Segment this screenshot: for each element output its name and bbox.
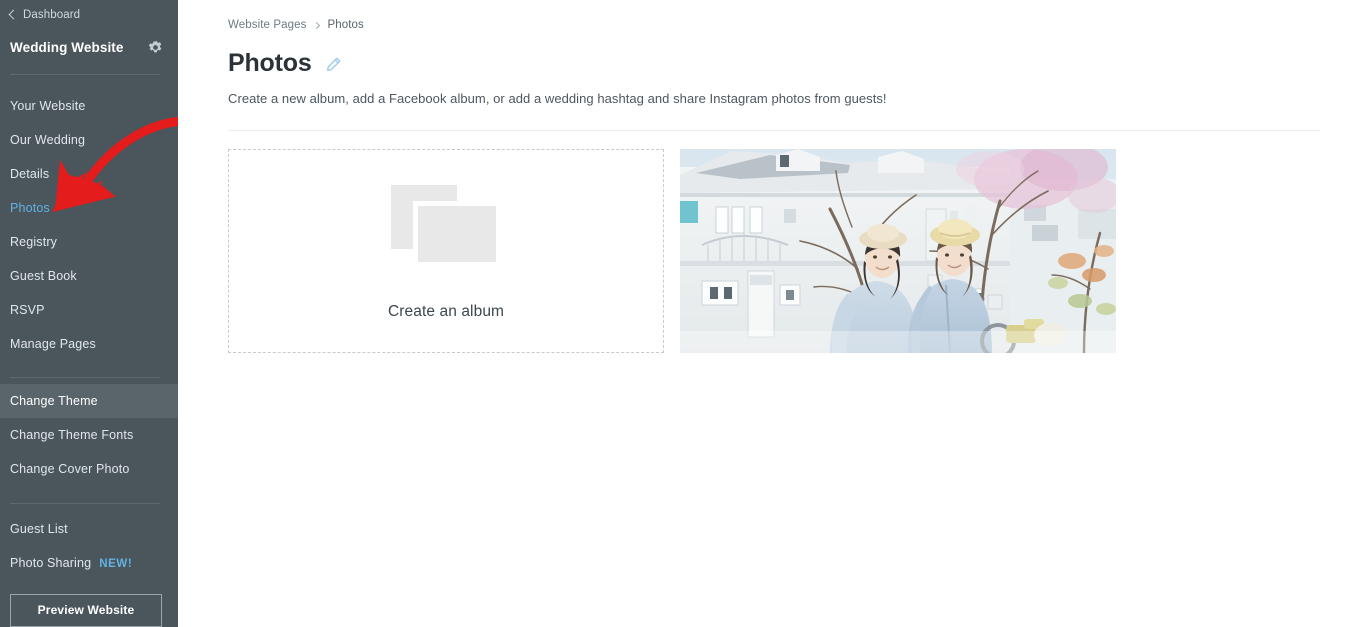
- preview-button-container: Preview Website: [0, 580, 178, 627]
- chevron-right-icon: [313, 21, 321, 29]
- content-divider: [228, 130, 1320, 131]
- photo-stack-icon: [391, 185, 501, 267]
- site-title: Wedding Website: [10, 39, 124, 55]
- back-to-dashboard-link[interactable]: Dashboard: [0, 0, 178, 22]
- breadcrumb: Website Pages Photos: [178, 16, 1348, 34]
- pencil-edit-icon[interactable]: [324, 53, 342, 74]
- sidebar-item-our-wedding[interactable]: Our Wedding: [0, 123, 178, 157]
- sidebar-divider-tools: [10, 503, 160, 504]
- create-album-card[interactable]: Create an album: [228, 149, 664, 353]
- breadcrumb-item-website-pages[interactable]: Website Pages: [228, 19, 306, 31]
- page-title: Photos: [228, 48, 312, 77]
- sidebar-item-manage-pages[interactable]: Manage Pages: [0, 327, 178, 361]
- sidebar-item-photo-sharing[interactable]: Photo Sharing NEW!: [0, 546, 178, 580]
- preview-website-button[interactable]: Preview Website: [10, 594, 162, 627]
- app-root: Dashboard Wedding Website Your Website O…: [0, 0, 1348, 627]
- page-description: Create a new album, add a Facebook album…: [228, 91, 887, 106]
- breadcrumb-item-photos[interactable]: Photos: [327, 19, 363, 31]
- sidebar-nav-tools: Guest List Photo Sharing NEW!: [0, 512, 178, 580]
- sidebar-item-details[interactable]: Details: [0, 157, 178, 191]
- sidebar-item-photos[interactable]: Photos: [0, 191, 178, 225]
- gear-icon[interactable]: [147, 39, 164, 56]
- photo-sharing-label: Photo Sharing: [10, 556, 92, 570]
- sidebar-item-your-website[interactable]: Your Website: [0, 89, 178, 123]
- sidebar-divider-theme: [10, 377, 160, 378]
- sidebar-nav-primary: Your Website Our Wedding Details Photos …: [0, 85, 178, 361]
- page-title-row: Photos: [178, 47, 1348, 79]
- sidebar: Dashboard Wedding Website Your Website O…: [0, 0, 178, 627]
- sidebar-item-change-theme-fonts[interactable]: Change Theme Fonts: [0, 418, 178, 452]
- sidebar-nav-theme: Change Theme Change Theme Fonts Change C…: [0, 384, 178, 486]
- chevron-left-icon: [8, 9, 19, 19]
- sidebar-item-registry[interactable]: Registry: [0, 225, 178, 259]
- sidebar-item-change-theme[interactable]: Change Theme: [0, 384, 178, 418]
- main-content: Website Pages Photos Photos Create a new…: [178, 0, 1348, 627]
- sidebar-item-change-cover-photo[interactable]: Change Cover Photo: [0, 452, 178, 486]
- create-album-label: Create an album: [387, 303, 505, 320]
- sidebar-item-guest-list[interactable]: Guest List: [0, 512, 178, 546]
- sidebar-divider-top: [10, 74, 160, 75]
- sidebar-item-guest-book[interactable]: Guest Book: [0, 259, 178, 293]
- photo-album-card[interactable]: [680, 149, 1116, 353]
- new-badge: NEW!: [99, 558, 133, 570]
- site-title-row: Wedding Website: [0, 30, 178, 64]
- back-link-label: Dashboard: [23, 8, 81, 21]
- albums-grid: Create an album: [178, 149, 1348, 353]
- sidebar-item-rsvp[interactable]: RSVP: [0, 293, 178, 327]
